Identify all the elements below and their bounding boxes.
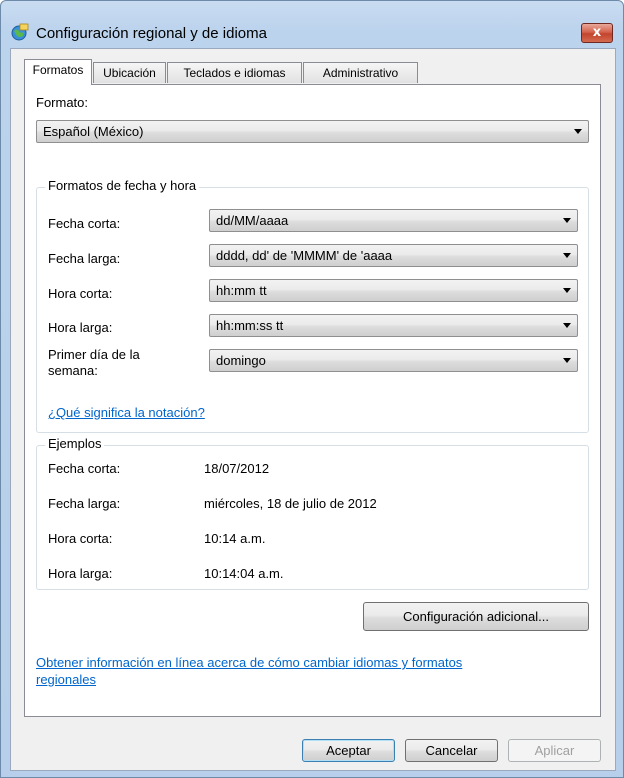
format-label: Formato:: [36, 95, 89, 110]
first-day-select[interactable]: domingo: [209, 349, 578, 372]
short-date-select[interactable]: dd/MM/aaaa: [209, 209, 578, 232]
example-long-time-value: 10:14:04 a.m.: [204, 566, 284, 581]
window-title: Configuración regional y de idioma: [36, 25, 267, 42]
close-icon: x: [592, 25, 602, 40]
long-date-select[interactable]: dddd, dd' de 'MMMM' de 'aaaa: [209, 244, 578, 267]
example-long-date-label: Fecha larga:: [48, 496, 121, 511]
notation-help-link[interactable]: ¿Qué significa la notación?: [48, 405, 205, 420]
date-time-group-title: Formatos de fecha y hora: [45, 178, 200, 193]
first-day-label-line2: semana:: [48, 363, 98, 378]
online-help-link-line2[interactable]: regionales: [36, 672, 96, 687]
short-time-label: Hora corta:: [48, 286, 113, 301]
example-short-time-value: 10:14 a.m.: [204, 531, 266, 546]
short-date-value: dd/MM/aaaa: [216, 213, 289, 228]
chevron-down-icon: [563, 253, 571, 258]
ok-button[interactable]: Aceptar: [302, 739, 395, 762]
example-short-date-value: 18/07/2012: [204, 461, 270, 476]
additional-settings-button[interactable]: Configuración adicional...: [363, 602, 589, 631]
globe-icon: [11, 23, 29, 41]
example-short-date-label: Fecha corta:: [48, 461, 121, 476]
example-short-time-label: Hora corta:: [48, 531, 113, 546]
cancel-button[interactable]: Cancelar: [405, 739, 498, 762]
tab-administrativo[interactable]: Administrativo: [303, 62, 418, 83]
apply-button[interactable]: Aplicar: [508, 739, 601, 762]
online-help-link-line1[interactable]: Obtener información en línea acerca de c…: [36, 655, 462, 670]
chevron-down-icon: [563, 358, 571, 363]
short-time-select[interactable]: hh:mm tt: [209, 279, 578, 302]
short-time-value: hh:mm tt: [216, 283, 267, 298]
chevron-down-icon: [574, 129, 582, 134]
tab-ubicacion[interactable]: Ubicación: [93, 62, 166, 83]
format-select-value: Español (México): [43, 124, 144, 139]
chevron-down-icon: [563, 218, 571, 223]
first-day-label-line1: Primer día de la: [48, 347, 140, 362]
long-time-label: Hora larga:: [48, 320, 113, 335]
long-date-label: Fecha larga:: [48, 251, 121, 266]
formats-panel: Formato: Español (México) Formatos de fe…: [24, 84, 601, 717]
first-day-value: domingo: [216, 353, 266, 368]
long-time-select[interactable]: hh:mm:ss tt: [209, 314, 578, 337]
long-time-value: hh:mm:ss tt: [216, 318, 284, 333]
close-button[interactable]: x: [581, 23, 613, 43]
chevron-down-icon: [563, 323, 571, 328]
title-bar[interactable]: Configuración regional y de idioma x: [1, 1, 623, 47]
dialog-window: Configuración regional y de idioma x For…: [0, 0, 624, 778]
examples-group-title: Ejemplos: [45, 436, 105, 451]
tab-teclados-idiomas[interactable]: Teclados e idiomas: [167, 62, 302, 83]
dialog-client: Formatos Ubicación Teclados e idiomas Ad…: [10, 48, 616, 771]
short-date-label: Fecha corta:: [48, 216, 121, 231]
chevron-down-icon: [563, 288, 571, 293]
example-long-time-label: Hora larga:: [48, 566, 113, 581]
tab-formatos[interactable]: Formatos: [24, 59, 92, 85]
example-long-date-value: miércoles, 18 de julio de 2012: [204, 496, 377, 511]
long-date-value: dddd, dd' de 'MMMM' de 'aaaa: [216, 248, 393, 263]
format-select[interactable]: Español (México): [36, 120, 589, 143]
